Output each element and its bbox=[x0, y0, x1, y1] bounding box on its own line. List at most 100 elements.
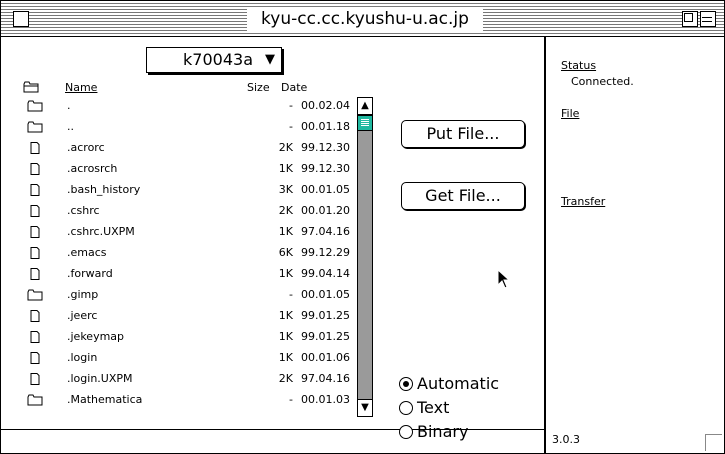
file-name: .emacs bbox=[67, 246, 107, 259]
file-list-row[interactable]: .login.UXPM 2K 97.04.16 bbox=[21, 370, 357, 388]
radio-text-dot[interactable] bbox=[399, 401, 413, 415]
document-icon bbox=[27, 163, 43, 175]
file-list-row[interactable]: .login 1K 00.01.06 bbox=[21, 349, 357, 367]
file-date: 00.01.06 bbox=[301, 351, 350, 364]
folder-icon bbox=[27, 289, 43, 301]
file-size: - bbox=[289, 288, 293, 301]
status-label: Status bbox=[561, 59, 597, 72]
radio-automatic-label: Automatic bbox=[417, 374, 500, 393]
window-title: kyu-cc.cc.kyushu-u.ac.jp bbox=[247, 7, 483, 31]
file-size: - bbox=[289, 393, 293, 406]
file-list-row[interactable]: .bash_history 3K 00.01.05 bbox=[21, 181, 357, 199]
document-icon bbox=[27, 310, 43, 322]
directory-popup[interactable]: k70043a ▼ bbox=[146, 47, 282, 73]
file-list-row[interactable]: .cshrc.UXPM 1K 97.04.16 bbox=[21, 223, 357, 241]
folder-icon bbox=[27, 394, 43, 406]
radio-automatic-dot[interactable] bbox=[399, 377, 413, 391]
file-size: 1K bbox=[278, 330, 293, 343]
file-list-row[interactable]: . -00.02.04 bbox=[21, 97, 357, 115]
file-list-row[interactable]: .. -00.01.18 bbox=[21, 118, 357, 136]
resize-grip-icon[interactable] bbox=[705, 434, 722, 451]
file-name: .Mathematica bbox=[67, 393, 143, 406]
version-number: 3.0.3 bbox=[552, 433, 580, 446]
file-name: . bbox=[67, 99, 71, 112]
file-list-row[interactable]: .jeerc 1K 99.01.25 bbox=[21, 307, 357, 325]
file-name: .login bbox=[67, 351, 98, 364]
folder-header-icon bbox=[23, 81, 39, 93]
folder-icon bbox=[27, 121, 43, 133]
file-date: 99.01.25 bbox=[301, 309, 350, 322]
file-name: .login.UXPM bbox=[67, 372, 133, 385]
put-file-button[interactable]: Put File... bbox=[401, 120, 525, 148]
mouse-pointer-icon bbox=[497, 269, 511, 289]
file-date: 00.02.04 bbox=[301, 99, 350, 112]
file-date: 99.12.30 bbox=[301, 162, 350, 175]
file-size: 1K bbox=[278, 267, 293, 280]
file-label: File bbox=[561, 107, 580, 120]
file-date: 00.01.18 bbox=[301, 120, 350, 133]
file-date: 00.01.05 bbox=[301, 183, 350, 196]
file-date: 99.12.29 bbox=[301, 246, 350, 259]
file-list-row[interactable]: .acrosrch 1K 99.12.30 bbox=[21, 160, 357, 178]
file-date: 00.01.20 bbox=[301, 204, 350, 217]
folder-icon bbox=[27, 100, 43, 112]
file-size: - bbox=[289, 120, 293, 133]
document-icon bbox=[27, 352, 43, 364]
document-icon bbox=[27, 226, 43, 238]
radio-binary-dot[interactable] bbox=[399, 425, 413, 439]
file-date: 97.04.16 bbox=[301, 372, 350, 385]
transfer-label: Transfer bbox=[561, 195, 606, 208]
file-list-row[interactable]: .forward 1K 99.04.14 bbox=[21, 265, 357, 283]
file-size: 1K bbox=[278, 309, 293, 322]
file-list-row[interactable]: .gimp -00.01.05 bbox=[21, 286, 357, 304]
file-size: 6K bbox=[278, 246, 293, 259]
get-file-button[interactable]: Get File... bbox=[401, 182, 525, 210]
column-header-date[interactable]: Date bbox=[281, 81, 307, 94]
document-icon bbox=[27, 331, 43, 343]
file-size: 1K bbox=[278, 351, 293, 364]
document-icon bbox=[27, 373, 43, 385]
title-bar[interactable]: kyu-cc.cc.kyushu-u.ac.jp bbox=[1, 1, 724, 37]
directory-popup-label: k70043a bbox=[183, 50, 253, 69]
file-date: 99.04.14 bbox=[301, 267, 350, 280]
file-size: 1K bbox=[278, 162, 293, 175]
close-box-button[interactable] bbox=[13, 11, 29, 27]
file-name: .jeerc bbox=[67, 309, 98, 322]
scroll-thumb[interactable] bbox=[358, 115, 372, 131]
file-list-row[interactable]: .cshrc 2K 00.01.20 bbox=[21, 202, 357, 220]
file-name: .forward bbox=[67, 267, 113, 280]
file-list-row[interactable]: .emacs 6K 99.12.29 bbox=[21, 244, 357, 262]
file-size: - bbox=[289, 99, 293, 112]
popup-arrow-icon: ▼ bbox=[265, 52, 275, 67]
panel-divider bbox=[544, 37, 546, 453]
scroll-down-arrow-icon[interactable]: ▼ bbox=[358, 399, 372, 416]
file-name: .gimp bbox=[67, 288, 99, 301]
file-date: 97.04.16 bbox=[301, 225, 350, 238]
file-date: 00.01.05 bbox=[301, 288, 350, 301]
file-name: .cshrc bbox=[67, 204, 100, 217]
radio-binary-label: Binary bbox=[417, 422, 469, 441]
document-icon bbox=[27, 142, 43, 154]
column-header-name[interactable]: Name bbox=[65, 81, 97, 94]
file-size: 2K bbox=[278, 204, 293, 217]
file-size: 1K bbox=[278, 225, 293, 238]
file-name: .acrosrch bbox=[67, 162, 118, 175]
file-size: 3K bbox=[278, 183, 293, 196]
file-list[interactable]: . -00.02.04.. -00.01.18 .acrorc 2K 99.12.30 .a… bbox=[21, 97, 357, 417]
file-list-row[interactable]: .Mathematica -00.01.03 bbox=[21, 391, 357, 409]
collapse-box-button[interactable] bbox=[700, 11, 716, 27]
file-date: 00.01.03 bbox=[301, 393, 350, 406]
file-name: .bash_history bbox=[67, 183, 141, 196]
column-header-size[interactable]: Size bbox=[247, 81, 270, 94]
file-list-row[interactable]: .acrorc 2K 99.12.30 bbox=[21, 139, 357, 157]
zoom-box-button[interactable] bbox=[682, 11, 698, 27]
document-icon bbox=[27, 184, 43, 196]
file-list-row[interactable]: .jekeymap 1K 99.01.25 bbox=[21, 328, 357, 346]
file-name: .. bbox=[67, 120, 74, 133]
document-icon bbox=[27, 247, 43, 259]
file-name: .acrorc bbox=[67, 141, 105, 154]
file-name: .cshrc.UXPM bbox=[67, 225, 135, 238]
scroll-up-arrow-icon[interactable]: ▲ bbox=[358, 98, 372, 115]
file-list-scrollbar[interactable]: ▲ ▼ bbox=[357, 97, 373, 417]
file-name: .jekeymap bbox=[67, 330, 125, 343]
